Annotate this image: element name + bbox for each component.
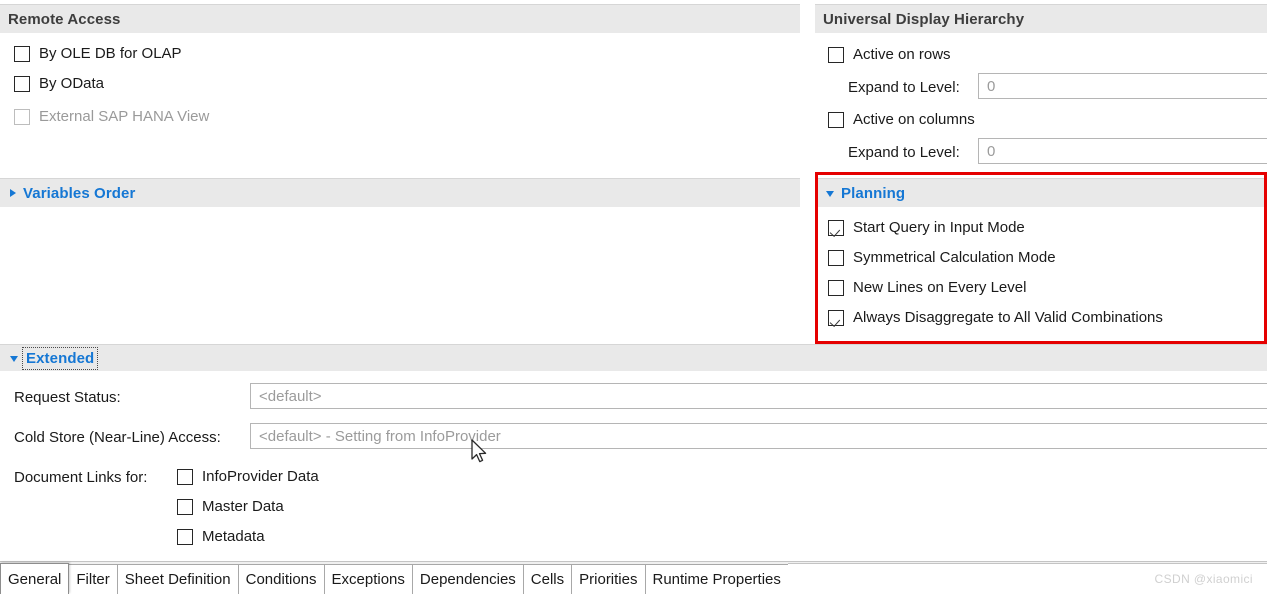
tab-runtime-properties[interactable]: Runtime Properties	[644, 564, 789, 594]
section-header-planning[interactable]: Planning	[818, 178, 1264, 207]
checkbox-label-symmetrical-calculation-mode: Symmetrical Calculation Mode	[853, 249, 1056, 266]
label-expand-to-level-columns: Expand to Level:	[848, 144, 960, 161]
checkbox-master-data[interactable]	[177, 498, 193, 515]
query-properties-panel: Remote Access By OLE DB for OLAP By ODat…	[0, 0, 1267, 594]
checkbox-external-sap-hana-view	[14, 108, 30, 125]
universal-display-hierarchy-title: Universal Display Hierarchy	[823, 10, 1025, 28]
chevron-right-icon	[10, 189, 16, 197]
section-header-variables-order[interactable]: Variables Order	[0, 178, 800, 207]
tab-cells-label: Cells	[530, 571, 565, 588]
checkbox-row-active-on-rows[interactable]: Active on rows	[828, 46, 951, 63]
panel-divider	[800, 0, 815, 344]
extended-title: Extended	[21, 346, 99, 370]
input-expand-to-level-columns[interactable]: 0	[978, 138, 1267, 164]
tab-runtime-properties-label: Runtime Properties	[652, 571, 781, 588]
checkbox-row-symmetrical-calculation-mode[interactable]: Symmetrical Calculation Mode	[828, 249, 1056, 266]
checkbox-row-start-query-in-input-mode[interactable]: Start Query in Input Mode	[828, 219, 1025, 236]
tab-sheet-definition[interactable]: Sheet Definition	[116, 564, 239, 594]
checkbox-label-master-data: Master Data	[202, 498, 284, 515]
input-cold-store-access[interactable]: <default> - Setting from InfoProvider	[250, 423, 1267, 449]
checkbox-label-active-on-rows: Active on rows	[853, 46, 951, 63]
checkbox-label-always-disaggregate: Always Disaggregate to All Valid Combina…	[853, 309, 1163, 326]
input-request-status-value: <default>	[259, 387, 322, 405]
chevron-down-icon	[10, 356, 18, 362]
input-expand-to-level-rows[interactable]: 0	[978, 73, 1267, 99]
tab-priorities-label: Priorities	[579, 571, 638, 588]
checkbox-label-active-on-columns: Active on columns	[853, 111, 975, 128]
watermark: CSDN @xiaomici	[1154, 572, 1253, 586]
tab-priorities[interactable]: Priorities	[571, 564, 646, 594]
checkbox-metadata[interactable]	[177, 528, 193, 545]
tab-exceptions-label: Exceptions	[331, 571, 405, 588]
tab-dependencies-label: Dependencies	[419, 571, 516, 588]
variables-order-title: Variables Order	[23, 184, 136, 202]
planning-title: Planning	[841, 184, 906, 202]
checkbox-symmetrical-calculation-mode[interactable]	[828, 249, 844, 266]
checkbox-label-by-odata: By OData	[39, 75, 105, 92]
input-expand-to-level-columns-value: 0	[987, 142, 996, 160]
section-header-extended[interactable]: Extended	[0, 344, 1267, 371]
checkbox-row-new-lines-on-every-level[interactable]: New Lines on Every Level	[828, 279, 1026, 296]
checkbox-infoprovider-data[interactable]	[177, 468, 193, 485]
checkbox-row-always-disaggregate[interactable]: Always Disaggregate to All Valid Combina…	[828, 309, 1163, 326]
label-expand-to-level-rows: Expand to Level:	[848, 79, 960, 96]
checkbox-label-metadata: Metadata	[202, 528, 265, 545]
tab-bar: General Filter Sheet Definition Conditio…	[0, 561, 1267, 594]
checkbox-active-on-columns[interactable]	[828, 111, 844, 128]
checkbox-row-active-on-columns[interactable]: Active on columns	[828, 111, 975, 128]
mouse-cursor-icon	[471, 439, 487, 463]
input-expand-to-level-rows-value: 0	[987, 77, 996, 95]
tab-filter[interactable]: Filter	[68, 564, 118, 594]
checkbox-label-infoprovider-data: InfoProvider Data	[202, 468, 319, 485]
checkbox-row-infoprovider-data[interactable]: InfoProvider Data	[177, 468, 319, 485]
tab-filter-label: Filter	[76, 571, 110, 588]
checkbox-start-query-in-input-mode[interactable]	[828, 219, 844, 236]
section-header-remote-access[interactable]: Remote Access	[0, 4, 800, 33]
tab-sheet-definition-label: Sheet Definition	[124, 571, 231, 588]
checkbox-label-external-sap-hana-view: External SAP HANA View	[39, 108, 210, 125]
checkbox-by-ole-db[interactable]	[14, 45, 30, 62]
checkbox-always-disaggregate[interactable]	[828, 309, 844, 326]
label-request-status: Request Status:	[14, 389, 121, 406]
remote-access-title: Remote Access	[8, 10, 121, 28]
checkbox-new-lines-on-every-level[interactable]	[828, 279, 844, 296]
checkbox-label-start-query-in-input-mode: Start Query in Input Mode	[853, 219, 1025, 236]
checkbox-label-new-lines-on-every-level: New Lines on Every Level	[853, 279, 1027, 296]
section-header-universal-display-hierarchy[interactable]: Universal Display Hierarchy	[815, 4, 1267, 33]
input-request-status[interactable]: <default>	[250, 383, 1267, 409]
label-document-links-for: Document Links for:	[14, 469, 148, 486]
checkbox-row-external-sap-hana-view: External SAP HANA View	[14, 108, 209, 125]
checkbox-active-on-rows[interactable]	[828, 46, 844, 63]
checkbox-row-metadata[interactable]: Metadata	[177, 528, 265, 545]
chevron-down-icon	[826, 191, 834, 197]
label-cold-store-access: Cold Store (Near-Line) Access:	[14, 429, 221, 446]
tab-conditions-label: Conditions	[245, 571, 317, 588]
checkbox-label-by-ole-db: By OLE DB for OLAP	[39, 45, 182, 62]
tab-general[interactable]: General	[0, 563, 70, 594]
checkbox-row-by-odata[interactable]: By OData	[14, 75, 104, 92]
checkbox-row-by-ole-db[interactable]: By OLE DB for OLAP	[14, 45, 182, 62]
checkbox-by-odata[interactable]	[14, 75, 30, 92]
tab-conditions[interactable]: Conditions	[237, 564, 325, 594]
tab-dependencies[interactable]: Dependencies	[411, 564, 524, 594]
tab-exceptions[interactable]: Exceptions	[323, 564, 413, 594]
checkbox-row-master-data[interactable]: Master Data	[177, 498, 284, 515]
input-cold-store-access-value: <default> - Setting from InfoProvider	[259, 427, 501, 445]
tab-general-label: General	[8, 570, 62, 588]
tab-cells[interactable]: Cells	[522, 564, 573, 594]
